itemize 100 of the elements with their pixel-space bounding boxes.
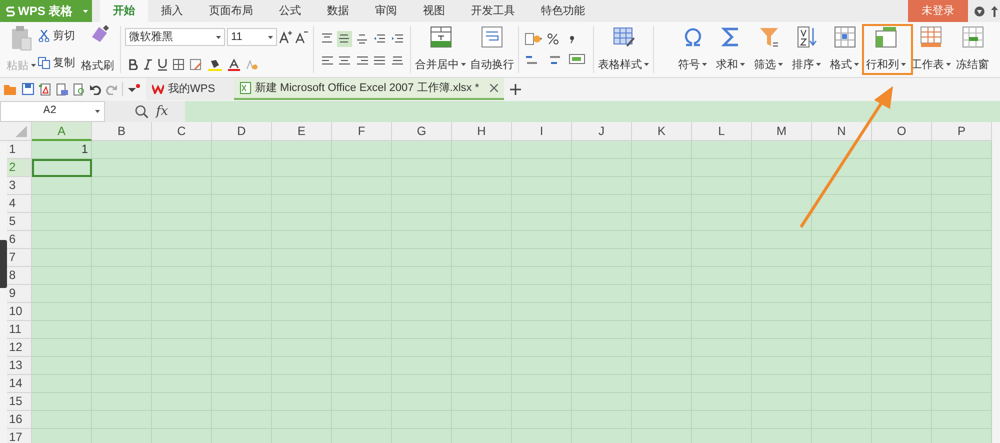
- format-painter-button[interactable]: 格式刷: [75, 22, 114, 77]
- table-cell[interactable]: [32, 213, 92, 231]
- table-cell[interactable]: [32, 249, 92, 267]
- ribbon-tab[interactable]: 开发工具: [458, 0, 528, 22]
- table-cell[interactable]: [932, 429, 992, 443]
- ribbon-tab[interactable]: 视图: [410, 0, 458, 22]
- table-cell[interactable]: 1: [32, 141, 92, 159]
- table-cell[interactable]: [932, 231, 992, 249]
- row-header[interactable]: 13: [7, 357, 32, 375]
- ribbon-tab[interactable]: 审阅: [362, 0, 410, 22]
- table-cell[interactable]: [932, 249, 992, 267]
- table-cell[interactable]: [752, 141, 812, 159]
- tool-button[interactable]: 求和: [712, 22, 749, 77]
- column-header[interactable]: G: [392, 122, 452, 141]
- side-handle[interactable]: [0, 240, 7, 288]
- align-button[interactable]: [337, 30, 352, 47]
- tool-button[interactable]: 冻结窗: [954, 22, 991, 77]
- table-cell[interactable]: [452, 141, 512, 159]
- document-tab[interactable]: 我的WPS: [146, 78, 234, 100]
- row-header[interactable]: 11: [7, 321, 32, 339]
- table-cell[interactable]: [932, 321, 992, 339]
- row-header[interactable]: 5: [7, 213, 32, 231]
- row-header[interactable]: 7: [7, 249, 32, 267]
- table-cell[interactable]: [572, 141, 632, 159]
- column-header[interactable]: M: [752, 122, 812, 141]
- ribbon-tab[interactable]: 特色功能: [528, 0, 598, 22]
- column-header[interactable]: I: [512, 122, 572, 141]
- ribbon-tab[interactable]: 数据: [314, 0, 362, 22]
- table-cell[interactable]: [152, 141, 212, 159]
- table-cell[interactable]: [32, 177, 92, 195]
- font-name-field[interactable]: 微软雅黑: [125, 28, 225, 46]
- row-header[interactable]: 12: [7, 339, 32, 357]
- table-cell[interactable]: [692, 141, 752, 159]
- table-cell[interactable]: [32, 375, 92, 393]
- row-header[interactable]: 8: [7, 267, 32, 285]
- wrap-text-button[interactable]: 自动换行: [468, 22, 516, 77]
- table-cell[interactable]: [812, 159, 872, 177]
- tool-button[interactable]: 格式: [826, 22, 863, 77]
- table-cell[interactable]: [932, 195, 992, 213]
- table-cell[interactable]: [812, 213, 872, 231]
- column-header[interactable]: N: [812, 122, 872, 141]
- cut-button[interactable]: 剪切: [38, 28, 75, 44]
- ribbon-tab[interactable]: 公式: [266, 0, 314, 22]
- column-header[interactable]: O: [872, 122, 932, 141]
- table-cell[interactable]: [212, 141, 272, 159]
- ribbon-tab[interactable]: 开始: [100, 0, 148, 22]
- table-cell[interactable]: [32, 285, 92, 303]
- tool-button[interactable]: 排序: [788, 22, 825, 77]
- column-header[interactable]: K: [632, 122, 692, 141]
- row-header[interactable]: 1: [7, 141, 32, 159]
- table-cell[interactable]: [932, 393, 992, 411]
- row-header[interactable]: 4: [7, 195, 32, 213]
- copy-button[interactable]: 复制: [38, 55, 75, 72]
- table-cell[interactable]: [32, 231, 92, 249]
- table-cell[interactable]: [812, 141, 872, 159]
- row-header[interactable]: 14: [7, 375, 32, 393]
- tool-button[interactable]: 行和列: [864, 22, 908, 77]
- table-cell[interactable]: [752, 195, 812, 213]
- column-header[interactable]: H: [452, 122, 512, 141]
- table-cell[interactable]: [932, 411, 992, 429]
- table-cell[interactable]: [932, 177, 992, 195]
- column-header[interactable]: D: [212, 122, 272, 141]
- column-header[interactable]: J: [572, 122, 632, 141]
- table-cell[interactable]: [932, 159, 992, 177]
- column-header[interactable]: P: [932, 122, 992, 141]
- table-cell[interactable]: [752, 213, 812, 231]
- row-header[interactable]: 3: [7, 177, 32, 195]
- table-cell[interactable]: [32, 195, 92, 213]
- row-header[interactable]: 16: [7, 411, 32, 429]
- table-cell[interactable]: [812, 177, 872, 195]
- table-cell[interactable]: [32, 357, 92, 375]
- row-header[interactable]: 15: [7, 393, 32, 411]
- table-cell[interactable]: [32, 339, 92, 357]
- name-box[interactable]: A2: [0, 101, 105, 122]
- ribbon-tab[interactable]: 插入: [148, 0, 196, 22]
- ribbon-tab[interactable]: 页面布局: [196, 0, 266, 22]
- table-style-button[interactable]: 表格样式: [596, 22, 651, 77]
- table-cell[interactable]: [32, 429, 92, 443]
- table-cell[interactable]: [872, 141, 932, 159]
- row-header[interactable]: 9: [7, 285, 32, 303]
- table-cell[interactable]: [932, 339, 992, 357]
- row-header[interactable]: 6: [7, 231, 32, 249]
- table-cell[interactable]: [332, 141, 392, 159]
- column-header[interactable]: F: [332, 122, 392, 141]
- formula-input[interactable]: [185, 101, 1000, 122]
- table-cell[interactable]: [92, 159, 152, 177]
- row-header[interactable]: 10: [7, 303, 32, 321]
- table-cell[interactable]: [32, 411, 92, 429]
- table-cell[interactable]: [272, 141, 332, 159]
- merge-center-button[interactable]: 合并居中: [413, 22, 468, 77]
- active-cell[interactable]: [32, 159, 92, 177]
- font-size-field[interactable]: 11: [227, 28, 277, 46]
- column-header[interactable]: B: [92, 122, 152, 141]
- column-header[interactable]: E: [272, 122, 332, 141]
- table-cell[interactable]: [32, 321, 92, 339]
- table-cell[interactable]: [32, 303, 92, 321]
- table-cell[interactable]: [392, 141, 452, 159]
- tool-button[interactable]: 符号: [674, 22, 711, 77]
- table-cell[interactable]: [32, 393, 92, 411]
- table-cell[interactable]: [512, 141, 572, 159]
